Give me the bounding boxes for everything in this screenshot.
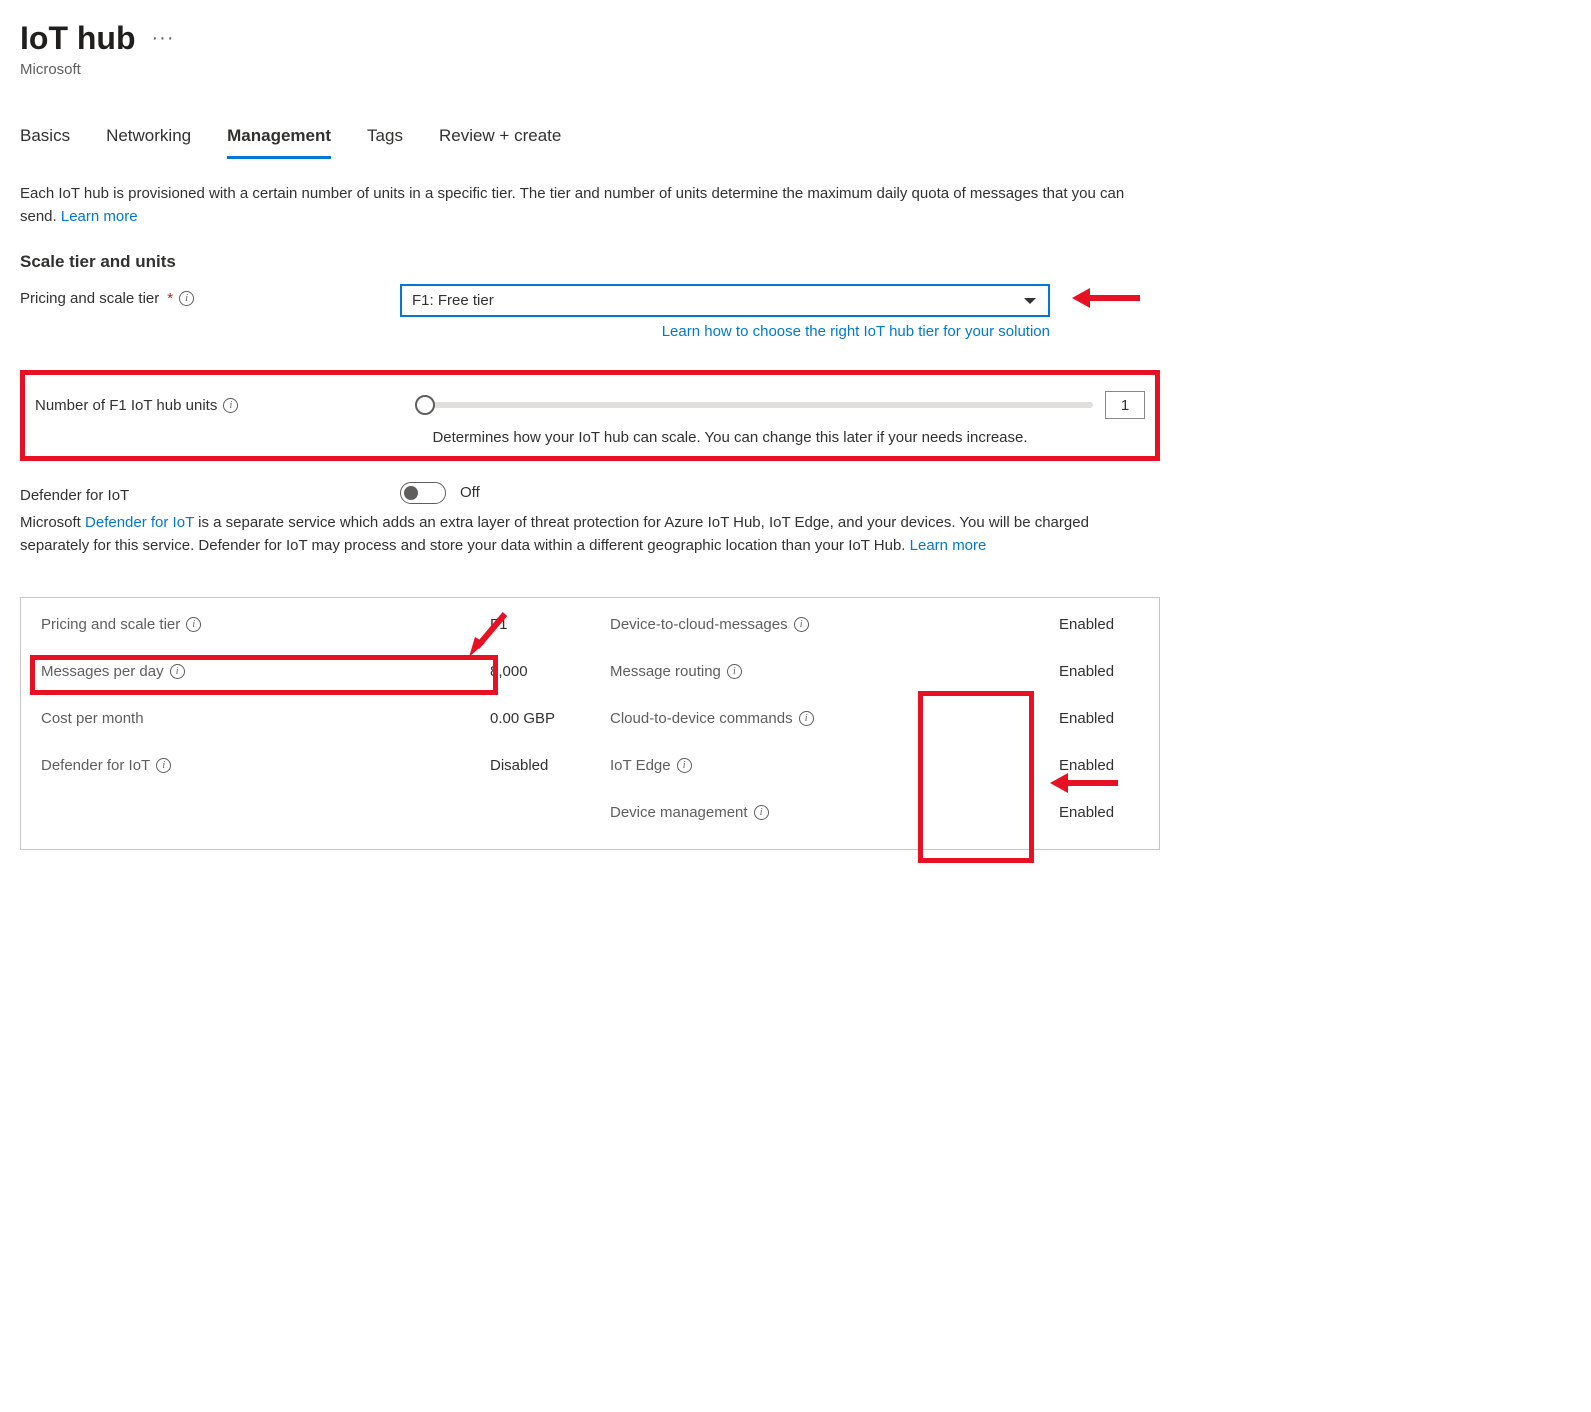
required-star: *: [167, 290, 173, 307]
intro-text: Each IoT hub is provisioned with a certa…: [20, 183, 1160, 228]
defender-toggle-state: Off: [460, 484, 480, 501]
defender-label: Defender for IoT: [20, 487, 129, 504]
summary-cost-value: 0.00 GBP: [490, 710, 570, 727]
summary-c2d-value: Enabled: [1059, 710, 1139, 727]
page-subtitle: Microsoft: [20, 61, 1160, 78]
summary-routing-label: Message routing: [610, 663, 721, 680]
tier-help-link[interactable]: Learn how to choose the right IoT hub ti…: [662, 323, 1050, 340]
summary-d2c-label: Device-to-cloud-messages: [610, 616, 788, 633]
tab-tags[interactable]: Tags: [367, 118, 403, 159]
units-caption: Determines how your IoT hub can scale. Y…: [35, 429, 1145, 446]
summary-edge-label: IoT Edge: [610, 757, 671, 774]
defender-link[interactable]: Defender for IoT: [85, 514, 194, 531]
tab-management[interactable]: Management: [227, 118, 331, 159]
tab-networking[interactable]: Networking: [106, 118, 191, 159]
info-icon[interactable]: i: [727, 664, 742, 679]
units-value[interactable]: 1: [1105, 391, 1145, 419]
intro-body: Each IoT hub is provisioned with a certa…: [20, 185, 1124, 225]
pricing-tier-row: Pricing and scale tier * i F1: Free tier…: [20, 284, 1160, 340]
info-icon[interactable]: i: [799, 711, 814, 726]
info-icon[interactable]: i: [794, 617, 809, 632]
info-icon[interactable]: i: [677, 758, 692, 773]
defender-description: Microsoft Defender for IoT is a separate…: [20, 512, 1160, 557]
annotation-arrow: [1072, 288, 1140, 308]
info-icon[interactable]: i: [186, 617, 201, 632]
summary-routing-value: Enabled: [1059, 663, 1139, 680]
more-icon[interactable]: ···: [152, 27, 175, 50]
summary-edge-value: Enabled: [1059, 757, 1139, 774]
units-slider[interactable]: [415, 402, 1093, 408]
info-icon[interactable]: i: [754, 805, 769, 820]
annotation-arrow: [1050, 773, 1118, 793]
page-header: IoT hub ··· Microsoft: [20, 20, 1160, 78]
summary-pricing-label: Pricing and scale tier: [41, 616, 180, 633]
tabs: Basics Networking Management Tags Review…: [20, 118, 1160, 159]
defender-desc-prefix: Microsoft: [20, 514, 85, 531]
tab-review-create[interactable]: Review + create: [439, 118, 561, 159]
summary-d2c-value: Enabled: [1059, 616, 1139, 633]
summary-defender-label: Defender for IoT: [41, 757, 150, 774]
summary-mgmt-value: Enabled: [1059, 804, 1139, 821]
tab-basics[interactable]: Basics: [20, 118, 70, 159]
units-label: Number of F1 IoT hub units: [35, 397, 217, 414]
info-icon[interactable]: i: [156, 758, 171, 773]
slider-thumb[interactable]: [415, 395, 435, 415]
pricing-tier-label: Pricing and scale tier: [20, 290, 159, 307]
info-icon[interactable]: i: [179, 291, 194, 306]
summary-mgmt-label: Device management: [610, 804, 748, 821]
learn-more-link[interactable]: Learn more: [61, 208, 138, 225]
annotation-highlight-messages: [30, 655, 498, 695]
annotation-arrow: [465, 609, 515, 662]
defender-toggle[interactable]: [400, 482, 446, 504]
summary-messages-value: 8,000: [490, 663, 570, 680]
pricing-tier-value: F1: Free tier: [412, 292, 494, 309]
summary-c2d-label: Cloud-to-device commands: [610, 710, 793, 727]
annotation-highlight-units: Number of F1 IoT hub units i 1 Determine…: [20, 370, 1160, 461]
page-title: IoT hub: [20, 20, 136, 57]
pricing-tier-select[interactable]: F1: Free tier: [400, 284, 1050, 317]
scale-heading: Scale tier and units: [20, 252, 1160, 272]
summary-defender-value: Disabled: [490, 757, 570, 774]
defender-learn-more-link[interactable]: Learn more: [910, 537, 987, 554]
info-icon[interactable]: i: [223, 398, 238, 413]
annotation-highlight-values: [918, 691, 1034, 863]
summary-cost-label: Cost per month: [41, 710, 144, 727]
